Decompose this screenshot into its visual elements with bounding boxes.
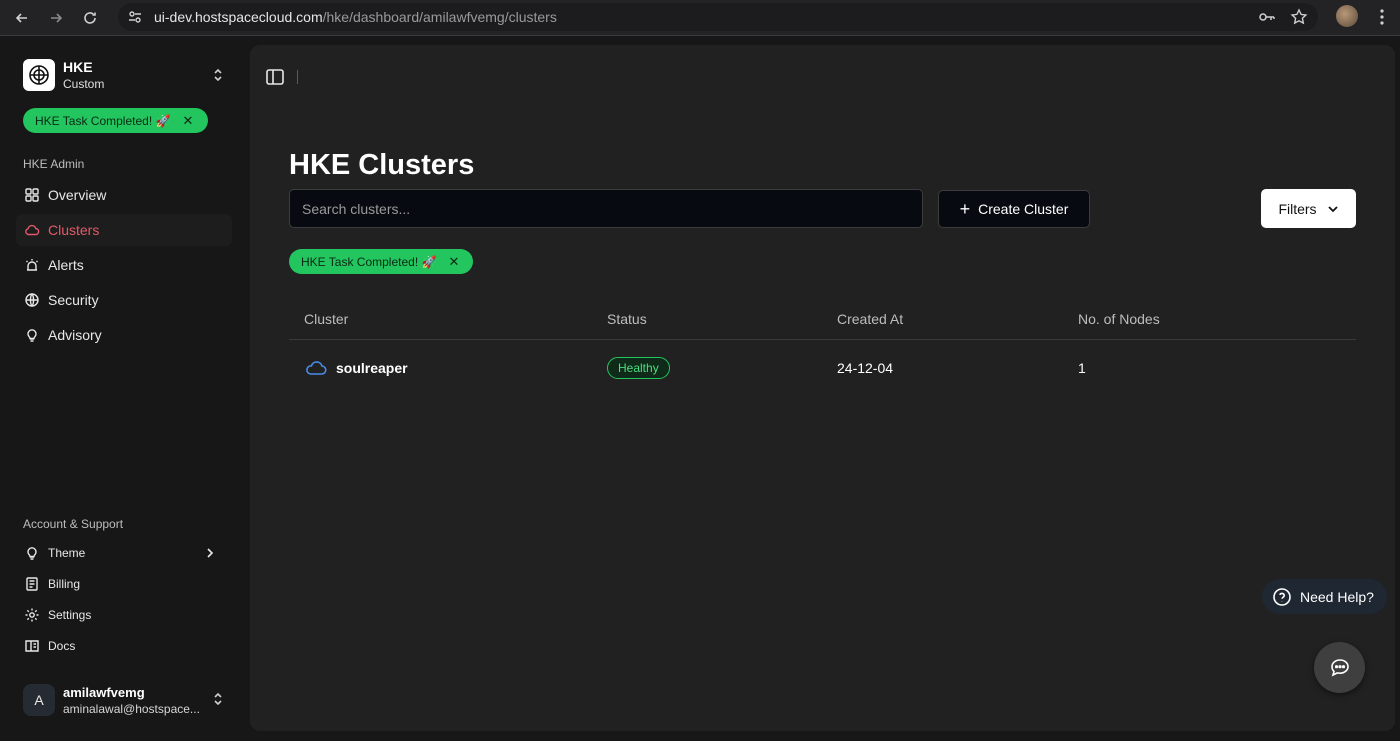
create-cluster-label: Create Cluster bbox=[978, 201, 1069, 217]
sidebar-item-label: Alerts bbox=[48, 257, 84, 273]
sidebar-toggle-icon[interactable] bbox=[265, 67, 285, 87]
sidebar-item-settings[interactable]: Settings bbox=[16, 601, 232, 629]
sidebar-item-label: Docs bbox=[48, 639, 76, 653]
bookmark-star-icon[interactable] bbox=[1290, 8, 1308, 31]
sidebar-item-clusters[interactable]: Clusters bbox=[16, 214, 232, 246]
filters-label: Filters bbox=[1278, 200, 1317, 217]
address-bar[interactable]: ui-dev.hostspacecloud.com/hke/dashboard/… bbox=[118, 3, 1318, 31]
status-badge: Healthy bbox=[607, 356, 670, 379]
section-label-admin: HKE Admin bbox=[23, 157, 85, 171]
gear-icon bbox=[25, 608, 39, 622]
close-icon[interactable]: ✕ bbox=[182, 113, 193, 129]
user-menu[interactable]: A amilawfvemg aminalawal@hostspace... bbox=[23, 684, 200, 716]
receipt-icon bbox=[26, 577, 38, 591]
sidebar-item-label: Settings bbox=[48, 608, 92, 622]
column-header-created-at: Created At bbox=[837, 310, 904, 327]
chat-button[interactable] bbox=[1314, 642, 1365, 693]
sidebar-item-label: Advisory bbox=[48, 327, 102, 343]
workspace-switcher[interactable]: HKE Custom bbox=[23, 59, 104, 91]
chevrons-up-down-icon[interactable] bbox=[212, 691, 224, 712]
task-complete-toast: HKE Task Completed! 🚀 ✕ bbox=[289, 249, 473, 274]
table-header: Cluster Status Created At No. of Nodes bbox=[289, 298, 1356, 340]
browser-toolbar: ui-dev.hostspacecloud.com/hke/dashboard/… bbox=[0, 0, 1400, 36]
page-title: HKE Clusters bbox=[289, 149, 475, 181]
sidebar-item-label: Security bbox=[48, 292, 99, 308]
back-icon[interactable] bbox=[10, 6, 34, 30]
clusters-table: Cluster Status Created At No. of Nodes s… bbox=[289, 298, 1356, 395]
help-circle-icon bbox=[1273, 587, 1291, 606]
filters-button[interactable]: Filters bbox=[1261, 189, 1356, 228]
site-info-icon[interactable] bbox=[126, 8, 144, 26]
user-name: amilawfvemg bbox=[63, 684, 145, 700]
column-header-cluster: Cluster bbox=[304, 310, 349, 327]
toast-text: HKE Task Completed! 🚀 bbox=[35, 113, 171, 128]
need-help-button[interactable]: Need Help? bbox=[1262, 579, 1387, 614]
grid-icon bbox=[25, 188, 39, 202]
sidebar-item-theme[interactable]: Theme bbox=[16, 539, 232, 567]
globe-lock-icon bbox=[25, 293, 39, 307]
url-text: ui-dev.hostspacecloud.com/hke/dashboard/… bbox=[154, 9, 557, 25]
brand-title: HKE bbox=[63, 59, 93, 75]
need-help-label: Need Help? bbox=[1300, 588, 1374, 605]
sidebar-item-label: Billing bbox=[48, 577, 81, 591]
chevron-down-icon bbox=[1327, 205, 1338, 212]
nodes-cell: 1 bbox=[1078, 359, 1086, 376]
section-label-account: Account & Support bbox=[23, 517, 124, 531]
key-icon[interactable] bbox=[1258, 8, 1276, 31]
browser-menu-icon[interactable] bbox=[1374, 7, 1390, 27]
sidebar-item-docs[interactable]: Docs bbox=[16, 632, 232, 660]
sidebar-item-billing[interactable]: Billing bbox=[16, 570, 232, 598]
create-cluster-button[interactable]: + Create Cluster bbox=[938, 190, 1090, 228]
column-header-status: Status bbox=[607, 310, 647, 327]
sidebar-item-overview[interactable]: Overview bbox=[16, 179, 232, 211]
main-panel: HKE Clusters + Create Cluster Filters HK… bbox=[250, 45, 1395, 731]
chevrons-up-down-icon[interactable] bbox=[212, 67, 224, 88]
user-email: aminalawal@hostspace... bbox=[63, 701, 200, 716]
forward-icon[interactable] bbox=[44, 6, 68, 30]
close-icon[interactable]: ✕ bbox=[448, 254, 459, 270]
cluster-name[interactable]: soulreaper bbox=[336, 360, 408, 376]
lightbulb-icon bbox=[27, 547, 37, 560]
brand-subtitle: Custom bbox=[63, 77, 105, 91]
chevron-right-icon bbox=[207, 548, 214, 558]
search-input[interactable] bbox=[289, 189, 923, 228]
divider bbox=[297, 70, 298, 84]
browser-profile-avatar[interactable] bbox=[1336, 5, 1358, 27]
book-icon bbox=[25, 640, 39, 652]
avatar: A bbox=[23, 684, 55, 716]
sidebar-item-label: Theme bbox=[48, 546, 86, 560]
cloud-icon bbox=[25, 224, 40, 236]
sidebar-item-advisory[interactable]: Advisory bbox=[16, 319, 232, 351]
siren-icon bbox=[26, 259, 38, 271]
column-header-nodes: No. of Nodes bbox=[1078, 310, 1160, 327]
table-row[interactable]: soulreaper Healthy 24-12-04 1 bbox=[289, 340, 1356, 395]
lightbulb-icon bbox=[27, 329, 37, 342]
sidebar-item-security[interactable]: Security bbox=[16, 284, 232, 316]
sidebar-item-label: Clusters bbox=[48, 222, 100, 238]
sidebar-item-alerts[interactable]: Alerts bbox=[16, 249, 232, 281]
toast-text: HKE Task Completed! 🚀 bbox=[301, 254, 437, 269]
plus-icon: + bbox=[959, 198, 971, 219]
cloud-icon bbox=[306, 360, 327, 375]
task-complete-toast: HKE Task Completed! 🚀 ✕ bbox=[23, 108, 208, 133]
reload-icon[interactable] bbox=[78, 6, 102, 30]
sidebar-item-label: Overview bbox=[48, 187, 107, 203]
created-at-cell: 24-12-04 bbox=[837, 359, 894, 376]
sidebar: HKE Custom HKE Task Completed! 🚀 ✕ HKE A… bbox=[0, 37, 248, 741]
hke-logo-icon bbox=[23, 59, 55, 91]
chat-bubble-icon bbox=[1330, 658, 1349, 676]
